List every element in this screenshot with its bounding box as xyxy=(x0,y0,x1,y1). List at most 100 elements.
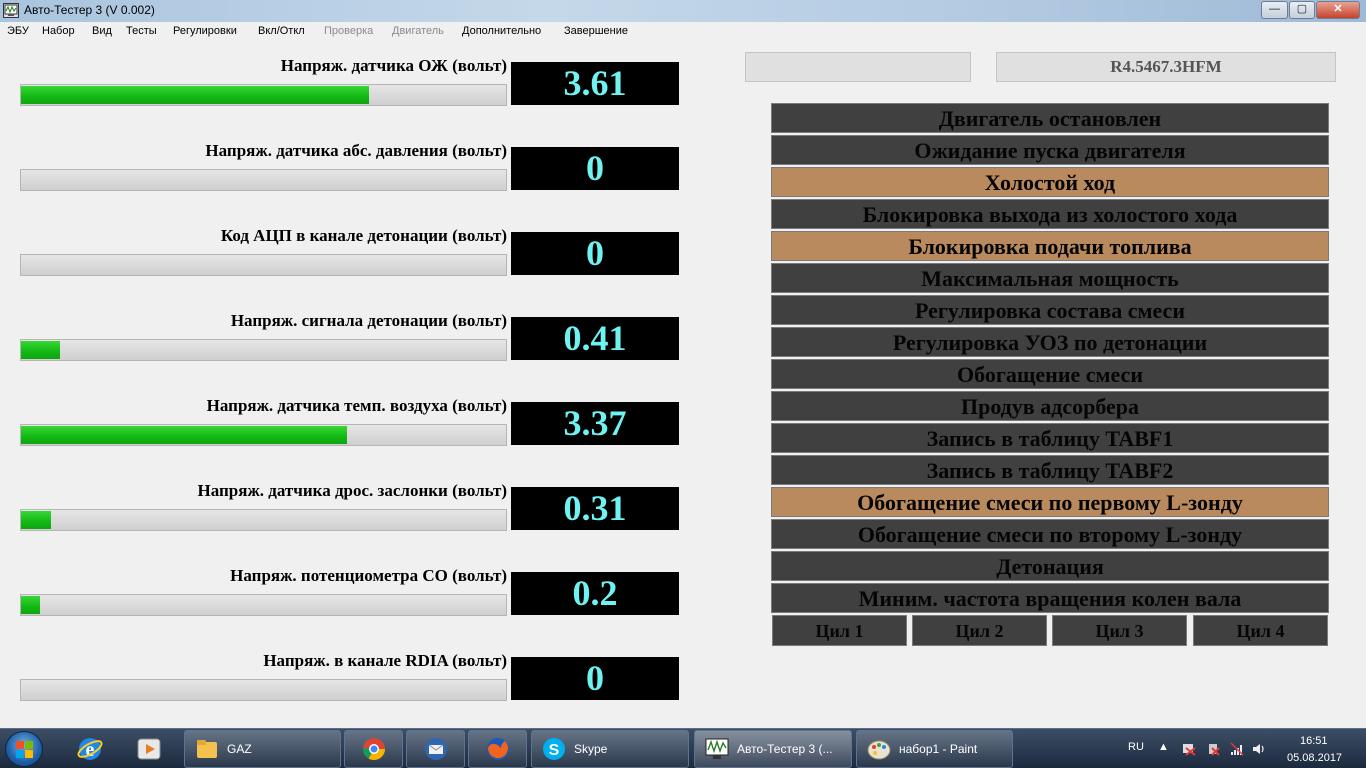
menu-set[interactable]: Набор xyxy=(42,25,75,37)
sensor-value: 3.37 xyxy=(511,402,679,445)
show-hidden-icons[interactable]: ▲ xyxy=(1158,741,1169,753)
clock-date[interactable]: 05.08.2017 xyxy=(1287,752,1342,764)
status-knock: Детонация xyxy=(771,551,1329,581)
cylinder-2-button[interactable]: Цил 2 xyxy=(912,615,1047,646)
sensor-bar xyxy=(20,679,507,701)
status-enrichment: Обогащение смеси xyxy=(771,359,1329,389)
chrome-icon xyxy=(363,738,385,760)
firefox-icon xyxy=(487,738,509,760)
sensor-bar xyxy=(20,84,507,106)
app-icon[interactable] xyxy=(3,3,19,18)
sensor-bar xyxy=(20,594,507,616)
sensor-bar-fill xyxy=(21,596,40,614)
minimize-button[interactable]: — xyxy=(1261,1,1288,19)
internet-explorer-icon[interactable]: e xyxy=(63,731,115,767)
status-write-tabf2: Запись в таблицу TABF2 xyxy=(771,455,1329,485)
taskbar-thunderbird[interactable] xyxy=(406,730,465,768)
status-min-rpm: Миним. частота вращения колен вала xyxy=(771,583,1329,613)
menu-on-off[interactable]: Вкл/Откл xyxy=(258,25,305,37)
status-waiting-start: Ожидание пуска двигателя xyxy=(771,135,1329,165)
safely-remove-icon[interactable] xyxy=(1206,742,1220,756)
maximize-button[interactable]: ▢ xyxy=(1289,1,1315,19)
sensor-bar xyxy=(20,254,507,276)
menu-adjustments[interactable]: Регулировки xyxy=(173,25,237,37)
clock-time[interactable]: 16:51 xyxy=(1300,735,1328,747)
paint-icon xyxy=(867,740,891,760)
sensor-value: 3.61 xyxy=(511,62,679,105)
window-title: Авто-Тестер 3 (V 0.002) xyxy=(24,3,155,17)
sensor-value: 0.41 xyxy=(511,317,679,360)
title-bar: Авто-Тестер 3 (V 0.002) — ▢ ✕ xyxy=(0,0,1366,22)
menu-finish[interactable]: Завершение xyxy=(564,25,628,37)
menu-check[interactable]: Проверка xyxy=(324,25,373,37)
menu-tests[interactable]: Тесты xyxy=(126,25,157,37)
taskbar: e GAZ S Skype Авто-Тестер 3 (... набор1 … xyxy=(0,728,1366,768)
taskbar-label: GAZ xyxy=(227,742,252,756)
info-box-blank xyxy=(745,52,971,82)
taskbar-label: Skype xyxy=(574,742,608,756)
sensor-label: Напряж. потенциометра СО (вольт) xyxy=(230,566,507,585)
media-player-icon[interactable] xyxy=(122,731,174,767)
taskbar-label: Авто-Тестер 3 (... xyxy=(737,742,833,756)
sensor-label: Напряж. датчика дрос. заслонки (вольт) xyxy=(197,481,508,500)
sensor-value: 0 xyxy=(511,657,679,700)
sensor-bar xyxy=(20,169,507,191)
skype-icon: S xyxy=(543,738,565,760)
network-icon[interactable] xyxy=(1230,742,1244,756)
status-engine-stopped: Двигатель остановлен xyxy=(771,103,1329,133)
taskbar-folder-gaz[interactable]: GAZ xyxy=(184,730,341,768)
cylinder-1-button[interactable]: Цил 1 xyxy=(772,615,907,646)
cylinder-4-button[interactable]: Цил 4 xyxy=(1193,615,1328,646)
status-write-tabf1: Запись в таблицу TABF1 xyxy=(771,423,1329,453)
menu-view[interactable]: Вид xyxy=(92,25,112,37)
taskbar-autotester[interactable]: Авто-Тестер 3 (... xyxy=(694,730,852,768)
sensor-bar-fill xyxy=(21,341,60,359)
status-knock-timing: Регулировка УОЗ по детонации xyxy=(771,327,1329,357)
taskbar-skype[interactable]: S Skype xyxy=(531,730,689,768)
language-indicator[interactable]: RU xyxy=(1128,741,1144,753)
thunderbird-icon xyxy=(425,738,447,760)
taskbar-chrome[interactable] xyxy=(344,730,403,768)
status-max-power: Максимальная мощность xyxy=(771,263,1329,293)
windows-logo-icon xyxy=(16,741,34,759)
cylinder-3-button[interactable]: Цил 3 xyxy=(1052,615,1187,646)
volume-icon[interactable] xyxy=(1252,742,1266,756)
sensor-value: 0.2 xyxy=(511,572,679,615)
sensor-value: 0 xyxy=(511,232,679,275)
sensor-bar-fill xyxy=(21,86,369,104)
sensor-bar-fill xyxy=(21,426,347,444)
start-button[interactable] xyxy=(5,731,43,767)
sensor-bar xyxy=(20,509,507,531)
menu-ecu[interactable]: ЭБУ xyxy=(7,25,29,37)
status-mixture-control: Регулировка состава смеси xyxy=(771,295,1329,325)
action-center-icon[interactable] xyxy=(1182,742,1196,756)
sensor-label: Напряж. сигнала детонации (вольт) xyxy=(230,311,507,330)
taskbar-label: набор1 - Paint xyxy=(899,742,978,756)
sensor-value: 0 xyxy=(511,147,679,190)
sensor-label: Напряж. датчика ОЖ (вольт) xyxy=(280,56,507,75)
sensor-label: Напряж. в канале RDIA (вольт) xyxy=(263,651,507,670)
firmware-version: R4.5467.3HFM xyxy=(996,52,1336,82)
taskbar-firefox[interactable] xyxy=(468,730,527,768)
menu-engine[interactable]: Двигатель xyxy=(392,25,444,37)
svg-text:S: S xyxy=(549,742,560,759)
status-idle-exit-block: Блокировка выхода из холостого хода xyxy=(771,199,1329,229)
sensor-value: 0.31 xyxy=(511,487,679,530)
sensor-label: Напряж. датчика темп. воздуха (вольт) xyxy=(206,396,507,415)
status-fuel-cutoff: Блокировка подачи топлива xyxy=(771,231,1329,261)
status-idle: Холостой ход xyxy=(771,167,1329,197)
menu-additional[interactable]: Дополнительно xyxy=(462,25,541,37)
status-enrich-lambda2: Обогащение смеси по второму L-зонду xyxy=(771,519,1329,549)
folder-icon xyxy=(197,740,217,758)
close-button[interactable]: ✕ xyxy=(1316,1,1360,19)
taskbar-paint[interactable]: набор1 - Paint xyxy=(856,730,1013,768)
sensor-bar xyxy=(20,424,507,446)
sensor-label: Напряж. датчика абс. давления (вольт) xyxy=(205,141,507,160)
menu-bar: ЭБУ Набор Вид Тесты Регулировки Вкл/Откл… xyxy=(0,22,1366,41)
status-enrich-lambda1: Обогащение смеси по первому L-зонду xyxy=(771,487,1329,517)
sensor-bar-fill xyxy=(21,511,51,529)
sensor-bar xyxy=(20,339,507,361)
sensor-label: Код АЦП в канале детонации (вольт) xyxy=(220,226,507,245)
status-canister-purge: Продув адсорбера xyxy=(771,391,1329,421)
autotester-icon xyxy=(705,738,729,759)
